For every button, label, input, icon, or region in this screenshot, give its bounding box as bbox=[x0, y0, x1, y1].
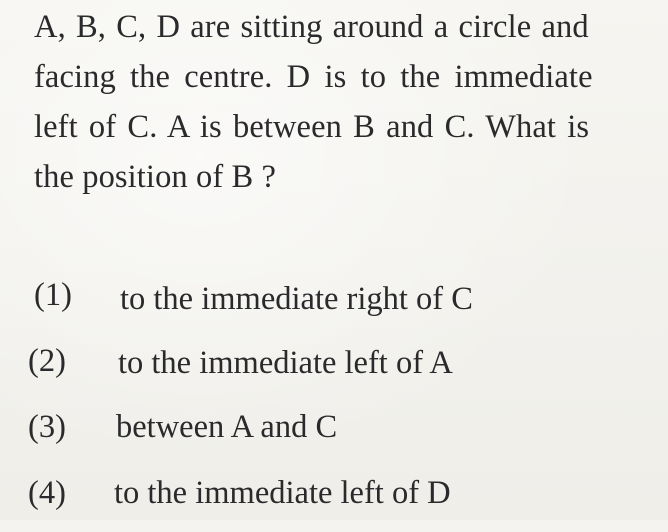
option-1: (1) to the immediate right of C bbox=[28, 268, 648, 334]
question-line: the position of B ? bbox=[34, 159, 277, 195]
question-text: A, B, C, D are sitting around a circle a… bbox=[34, 2, 664, 202]
option-text: to the immediate right of C bbox=[120, 281, 473, 317]
option-text: between A and C bbox=[116, 409, 338, 445]
answer-options: (1) to the immediate right of C (2) to t… bbox=[28, 268, 648, 532]
option-number: (4) bbox=[28, 475, 66, 511]
option-text: to the immediate left of A bbox=[118, 345, 453, 381]
option-2: (2) to the immediate left of A bbox=[28, 334, 648, 400]
question-line: left of C. A is between B and C. What is bbox=[34, 109, 590, 145]
option-3: (3) between A and C bbox=[28, 400, 648, 466]
question-line: facing the centre. D is to the immediate bbox=[34, 59, 593, 95]
option-number: (1) bbox=[34, 277, 72, 313]
option-text: to the immediate left of D bbox=[114, 475, 451, 511]
question-line: A, B, C, D are sitting around a circle a… bbox=[34, 9, 589, 45]
option-number: (3) bbox=[28, 409, 66, 445]
document-page: A, B, C, D are sitting around a circle a… bbox=[0, 0, 668, 520]
option-number: (2) bbox=[28, 343, 66, 379]
option-4: (4) to the immediate left of D bbox=[28, 466, 648, 532]
